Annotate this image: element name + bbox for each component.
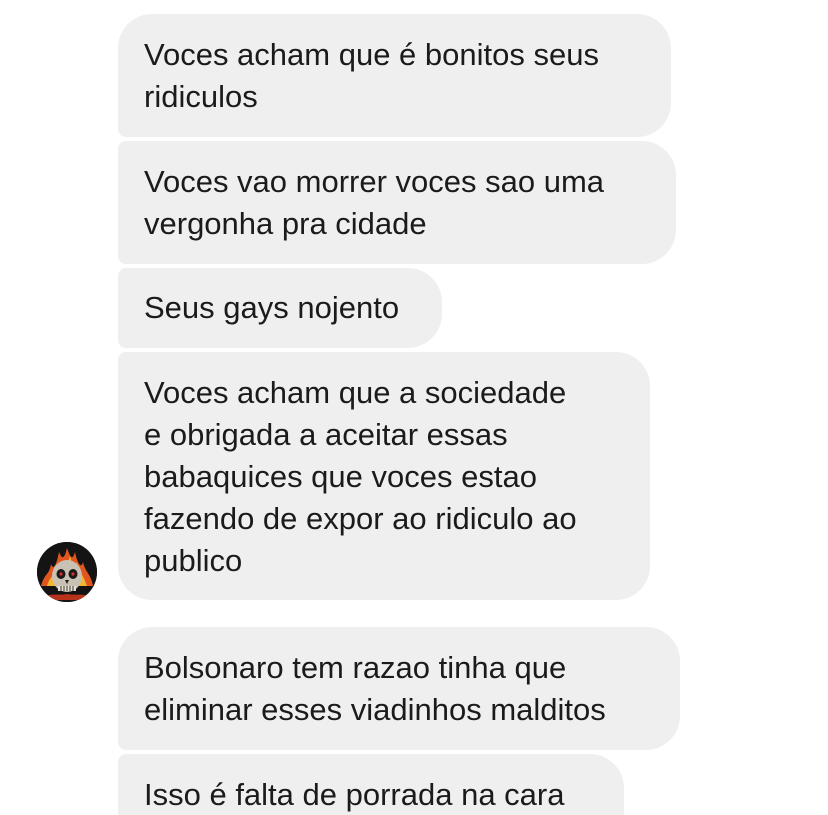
message-bubble[interactable]: Voces acham que é bonitos seus ridiculos [118,14,671,137]
message-bubble[interactable]: Bolsonaro tem razao tinha que eliminar e… [118,627,680,750]
skull-flame-avatar-icon [37,542,97,602]
message-thread: Voces acham que é bonitos seus ridiculos… [0,0,828,815]
message-bubble[interactable]: Voces vao morrer voces sao uma vergonha … [118,141,676,264]
message-bubble[interactable]: Isso é falta de porrada na cara [118,754,624,815]
sender-avatar[interactable] [37,542,97,602]
message-bubble[interactable]: Voces acham que a sociedade e obrigada a… [118,352,650,600]
message-bubble[interactable]: Seus gays nojento [118,268,442,348]
